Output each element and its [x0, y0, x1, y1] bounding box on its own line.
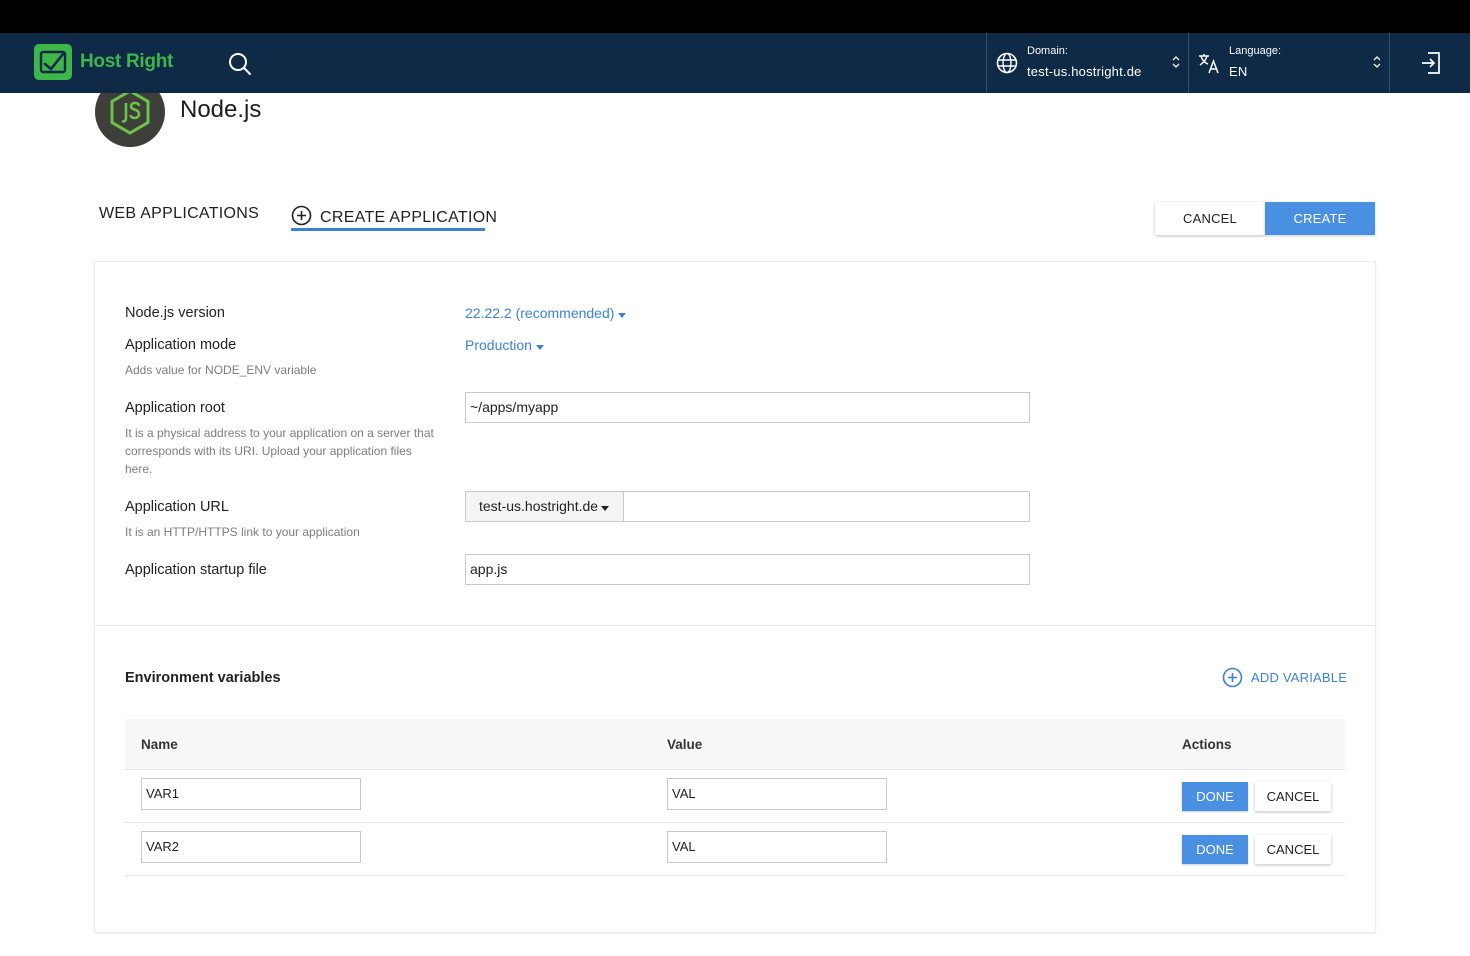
logout-button[interactable]: [1389, 33, 1470, 93]
globe-icon: [995, 51, 1019, 80]
column-actions-header: Actions: [1182, 737, 1232, 752]
application-form-card: Node.js version 22.22.2 (recommended) Ap…: [95, 262, 1375, 932]
active-tab-indicator: [291, 228, 485, 231]
column-name-header: Name: [141, 737, 178, 752]
sort-caret-icon: [1172, 55, 1180, 74]
application-url-label: Application URL: [125, 499, 229, 515]
nodejs-version-value: 22.22.2 (recommended): [465, 305, 615, 321]
language-label: Language:: [1229, 45, 1281, 57]
application-mode-value: Production: [465, 337, 532, 353]
row-cancel-button[interactable]: CANCEL: [1255, 835, 1331, 864]
section-divider: [95, 625, 1375, 626]
language-value: EN: [1229, 64, 1248, 79]
search-icon[interactable]: [226, 50, 254, 78]
variable-value-input[interactable]: VAL: [667, 778, 887, 810]
column-value-header: Value: [667, 737, 703, 752]
tab-create-application-label: CREATE APPLICATION: [320, 209, 498, 226]
table-row: VAR1 VAL DONE CANCEL: [125, 770, 1345, 823]
caret-down-icon: [535, 337, 544, 353]
variable-value-input[interactable]: VAL: [667, 831, 887, 863]
startup-file-label: Application startup file: [125, 562, 267, 578]
nodejs-version-label: Node.js version: [125, 305, 225, 321]
done-button[interactable]: DONE: [1182, 835, 1248, 864]
language-selector[interactable]: Language: EN: [1188, 33, 1389, 93]
application-mode-hint: Adds value for NODE_ENV variable: [125, 363, 317, 377]
top-navigation: Host Right Domain: test-us.hostright.de: [0, 33, 1470, 93]
application-root-label: Application root: [125, 400, 225, 416]
nodejs-version-dropdown[interactable]: 22.22.2 (recommended): [465, 305, 627, 321]
done-button[interactable]: DONE: [1182, 782, 1248, 811]
application-root-input[interactable]: ~/apps/myapp: [465, 392, 1030, 423]
add-variable-label: ADD VARIABLE: [1251, 670, 1348, 685]
startup-file-input[interactable]: app.js: [465, 554, 1030, 585]
application-url-hint: It is an HTTP/HTTPS link to your applica…: [125, 525, 360, 539]
url-path-input[interactable]: [624, 492, 1029, 521]
environment-variables-table: Name Value Actions VAR1 VAL DONE CANCEL …: [125, 719, 1345, 876]
tab-web-applications[interactable]: WEB APPLICATIONS: [99, 205, 259, 223]
application-root-hint: It is a physical address to your applica…: [125, 426, 434, 476]
sort-caret-icon: [1373, 55, 1381, 74]
brand-name: Host Right: [80, 51, 174, 72]
brand-logo-icon: [34, 44, 72, 80]
variable-name-input[interactable]: VAR2: [141, 831, 361, 863]
variable-name-input[interactable]: VAR1: [141, 778, 361, 810]
caret-down-icon: [601, 492, 610, 521]
table-header: Name Value Actions: [125, 719, 1345, 770]
application-mode-dropdown[interactable]: Production: [465, 337, 544, 353]
caret-down-icon: [618, 305, 627, 321]
domain-label: Domain:: [1027, 45, 1068, 57]
brand-logo[interactable]: Host Right: [34, 44, 173, 80]
application-url-field: test-us.hostright.de: [465, 491, 1030, 522]
row-cancel-button[interactable]: CANCEL: [1255, 782, 1331, 811]
cancel-button[interactable]: CANCEL: [1155, 202, 1265, 235]
url-domain-dropdown[interactable]: test-us.hostright.de: [466, 492, 624, 521]
environment-variables-title: Environment variables: [125, 670, 281, 686]
create-button[interactable]: CREATE: [1265, 202, 1375, 235]
url-domain-value: test-us.hostright.de: [479, 498, 599, 514]
domain-selector[interactable]: Domain: test-us.hostright.de: [986, 33, 1188, 93]
page-title: Node.js: [180, 96, 262, 123]
application-mode-label: Application mode: [125, 337, 237, 353]
table-row: VAR2 VAL DONE CANCEL: [125, 823, 1345, 876]
logout-icon: [1422, 52, 1440, 74]
translate-icon: [1197, 51, 1221, 80]
add-variable-button[interactable]: ADD VARIABLE: [1222, 667, 1347, 688]
os-top-bar: [0, 0, 1470, 33]
plus-circle-icon: [1222, 667, 1243, 688]
domain-value: test-us.hostright.de: [1027, 64, 1142, 79]
